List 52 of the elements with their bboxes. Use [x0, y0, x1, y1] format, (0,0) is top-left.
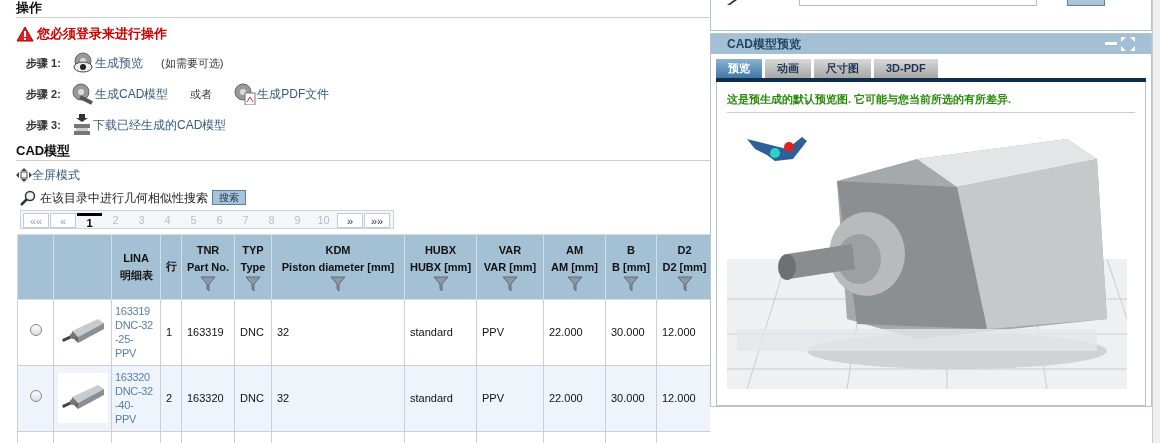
page-link[interactable]: »»	[364, 212, 390, 228]
table-cell: 1	[160, 299, 182, 365]
table-cell: 32	[271, 299, 405, 365]
table-cell: 2	[160, 365, 182, 431]
table-cell: 32	[271, 365, 405, 431]
tab[interactable]: 预览	[716, 59, 762, 78]
table-cell: DNC	[234, 365, 272, 431]
table-cell: 163319	[181, 299, 235, 365]
page-link[interactable]: »	[337, 212, 363, 228]
step-label: 步骤 3:	[26, 117, 62, 133]
action-link[interactable]: 生成预览	[95, 54, 143, 72]
table-cell: standard	[404, 299, 477, 365]
table-cell: 163320	[181, 365, 235, 431]
column-header: HUBX HUBX [mm]	[409, 242, 472, 275]
column-header: 行	[165, 259, 177, 274]
column-header: B B [mm]	[612, 242, 650, 275]
section-heading: CAD模型	[16, 142, 71, 158]
column-header: AM AM [mm]	[550, 242, 599, 275]
search-button[interactable]: 搜索	[212, 190, 246, 205]
action-link[interactable]: 生成PDF文件	[257, 85, 330, 103]
tab[interactable]: 尺寸图	[814, 59, 871, 78]
preview-message: 这是预生成的默认预览图. 它可能与您当前所选的有所差异.	[727, 91, 1135, 113]
column-header: TNR Part No.	[186, 242, 230, 275]
step-label: 步骤 2:	[26, 86, 62, 102]
optional-note: (如需要可选)	[161, 55, 224, 71]
action-link[interactable]: 生成CAD模型	[95, 85, 169, 103]
page-link[interactable]: ««	[23, 212, 49, 228]
separator-text: 或者	[190, 86, 213, 102]
page-link[interactable]: 1	[77, 212, 102, 228]
panel-title: CAD模型预览	[727, 36, 801, 53]
table-cell: 30.000	[605, 299, 657, 365]
step-label: 步骤 1:	[26, 55, 62, 71]
fullscreen-link[interactable]: 全屏模式	[32, 165, 80, 184]
column-header: TYP Type	[240, 242, 266, 275]
tab[interactable]: 3D-PDF	[874, 59, 938, 78]
column-header: D2 D2 [mm]	[662, 242, 707, 275]
table-cell: DNC	[234, 299, 272, 365]
table-cell: 22.000	[543, 365, 606, 431]
column-header: LINA 明细表	[119, 250, 153, 283]
column-header: VAR VAR [mm]	[483, 242, 537, 275]
warning-message: 您必须登录来进行操作	[37, 25, 167, 43]
search-label: 在该目录中进行几何相似性搜索	[40, 189, 208, 207]
column-header: KDM Piston diameter [mm]	[281, 242, 395, 275]
table-cell: PPV	[476, 299, 544, 365]
table-cell: PPV	[476, 365, 544, 431]
table-cell: 30.000	[605, 365, 657, 431]
table-cell: 22.000	[543, 299, 606, 365]
tab[interactable]: 动画	[765, 59, 811, 78]
section-heading: 操作	[16, 0, 42, 15]
page-link[interactable]: «	[50, 212, 76, 228]
table-cell: standard	[404, 365, 477, 431]
action-link[interactable]: 下载已经生成的CAD模型	[93, 116, 227, 134]
